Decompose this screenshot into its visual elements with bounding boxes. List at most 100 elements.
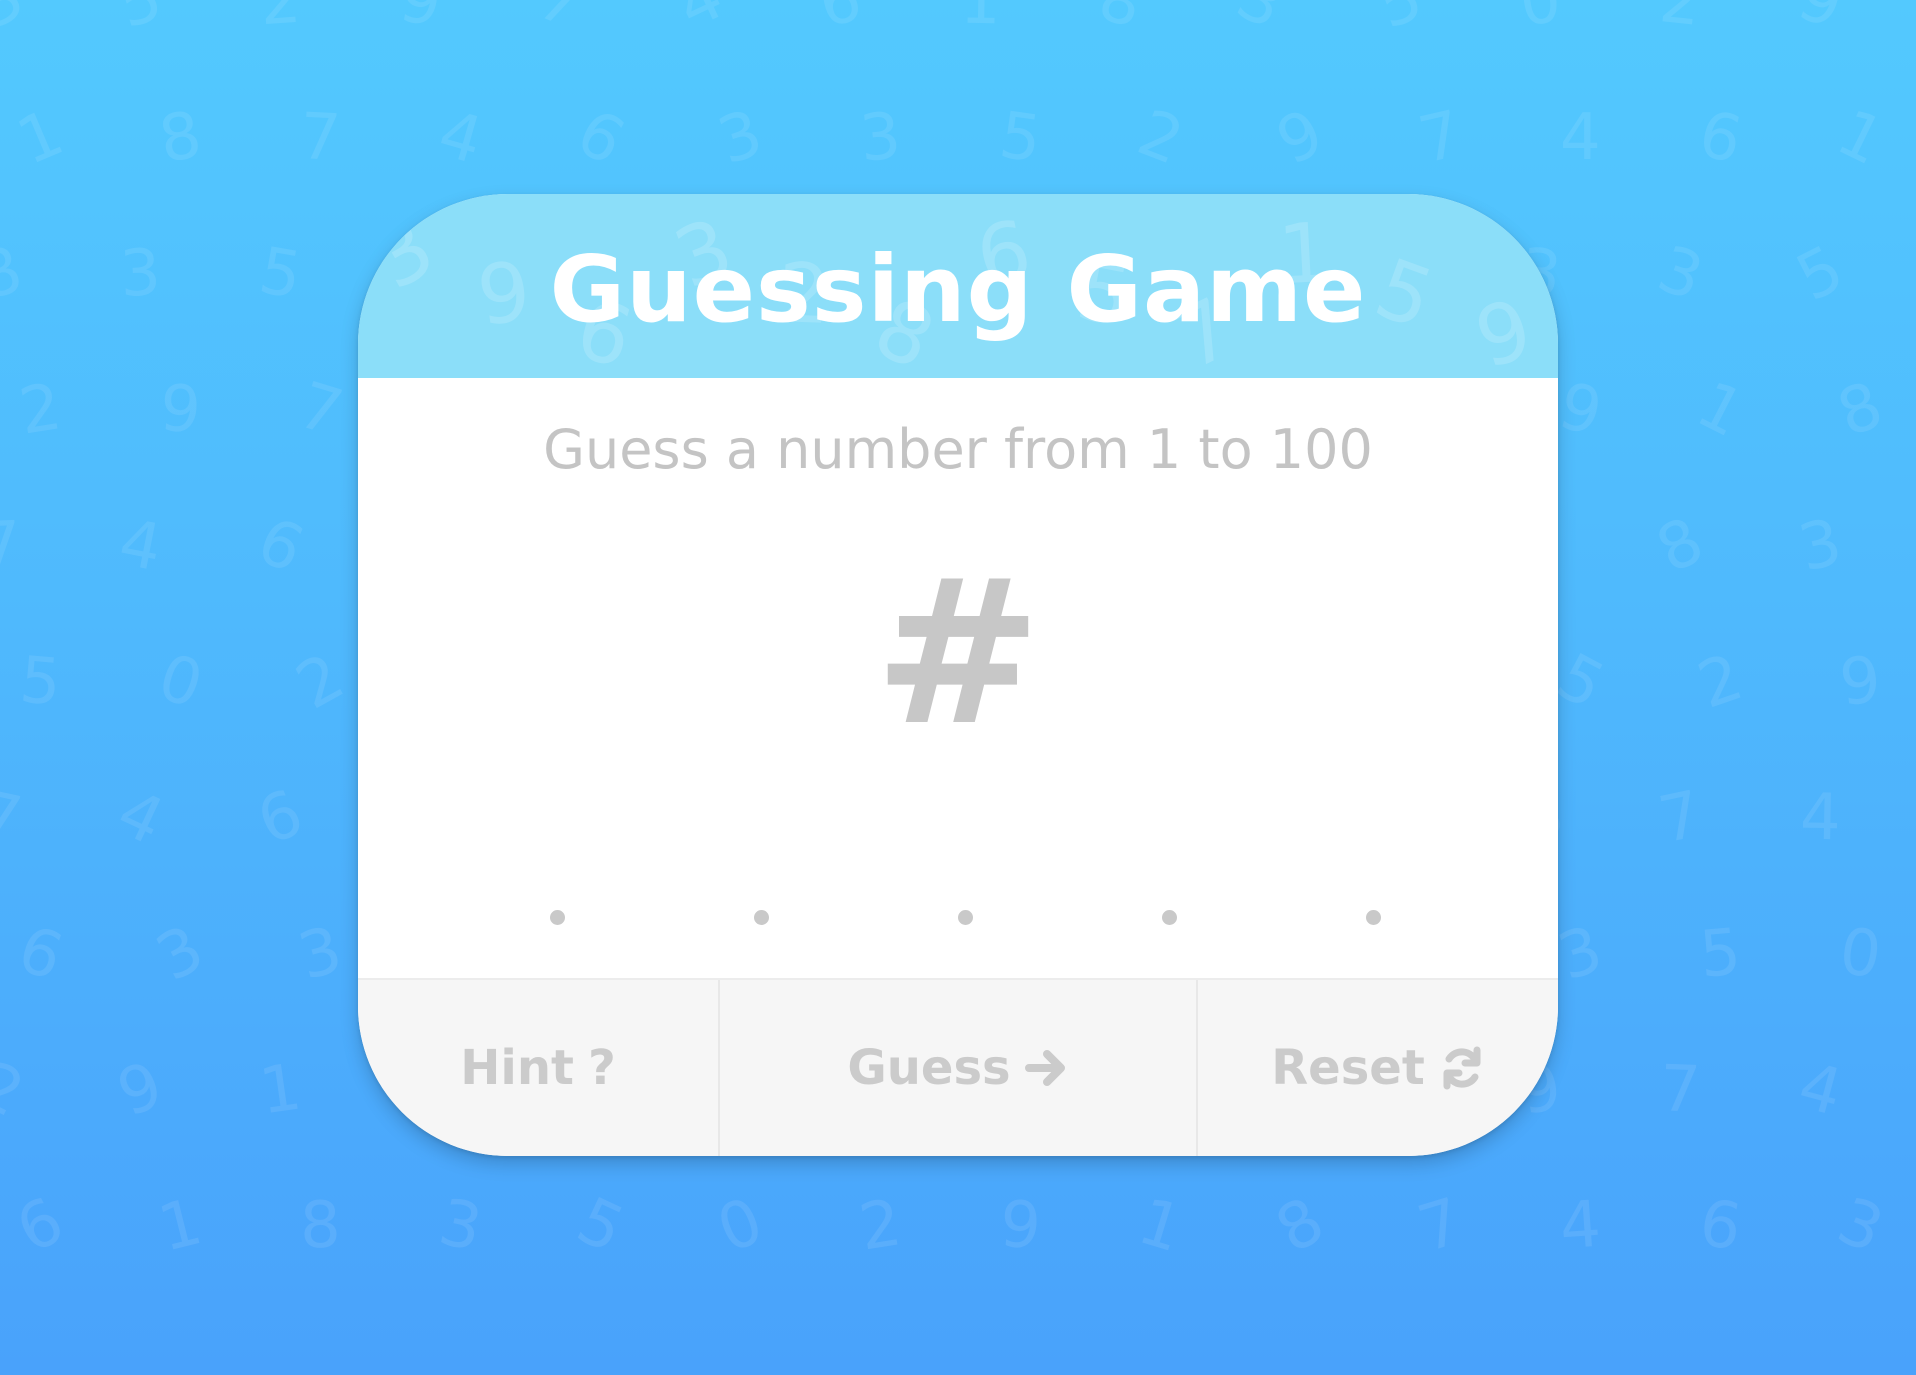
action-bar: Hint ? Guess Reset bbox=[358, 978, 1558, 1156]
background-digit: 3 bbox=[1648, 232, 1713, 316]
question-mark-icon: ? bbox=[587, 1040, 616, 1096]
background-digit: 8 bbox=[153, 98, 207, 178]
header-digit: 9 bbox=[472, 244, 536, 345]
background-digit: 3 bbox=[0, 0, 37, 45]
background-digit: 7 bbox=[1412, 97, 1469, 179]
background-digit: 3 bbox=[432, 1185, 488, 1267]
header-digit: 5 bbox=[1363, 240, 1446, 349]
background-digit: 2 bbox=[284, 639, 357, 725]
attempt-dot bbox=[550, 910, 565, 925]
background-digit: 9 bbox=[1265, 95, 1335, 181]
background-digit: 1 bbox=[151, 1185, 210, 1267]
background-digit: 9 bbox=[108, 1048, 173, 1132]
background-digit: 1 bbox=[1130, 1184, 1191, 1268]
background-digit: 8 bbox=[0, 232, 31, 316]
page-title: Guessing Game bbox=[549, 235, 1367, 343]
background-digit: 5 bbox=[1785, 231, 1856, 317]
background-digit: 0 bbox=[149, 640, 212, 724]
arrow-right-icon bbox=[1024, 1046, 1069, 1090]
background-digit: 6 bbox=[247, 776, 314, 860]
background-digit: 6 bbox=[564, 95, 637, 181]
background-digit: 1 bbox=[1825, 95, 1895, 181]
background-digit: 7 bbox=[1410, 1184, 1471, 1268]
background-digit: 4 bbox=[1557, 1187, 1604, 1265]
background-digit: 6 bbox=[1692, 97, 1749, 179]
background-digit: 5 bbox=[16, 643, 64, 721]
background-digit: 3 bbox=[145, 911, 216, 997]
background-digit: 3 bbox=[1549, 912, 1612, 996]
background-digit: 6 bbox=[812, 0, 868, 43]
guess-button[interactable]: Guess bbox=[718, 980, 1196, 1156]
background-digit: 4 bbox=[106, 775, 175, 861]
background-digit: 6 bbox=[5, 1183, 76, 1269]
background-digit: 8 bbox=[1264, 1183, 1337, 1269]
background-digit: 2 bbox=[854, 1186, 907, 1266]
background-digit: 6 bbox=[1694, 1186, 1747, 1266]
background-digit: 3 bbox=[1792, 505, 1849, 587]
background-digit: 7 bbox=[1652, 777, 1708, 859]
background-digit: 3 bbox=[856, 99, 904, 177]
background-digit: 8 bbox=[1645, 503, 1715, 589]
background-digit: 2 bbox=[1128, 96, 1193, 180]
background-digit: 1 bbox=[7, 95, 74, 181]
background-digit: 8 bbox=[1828, 368, 1893, 452]
background-digit: 6 bbox=[9, 912, 72, 996]
background-digit: 5 bbox=[1368, 0, 1433, 44]
background-digit: 1 bbox=[255, 1050, 306, 1130]
attempt-dot bbox=[1366, 910, 1381, 925]
header-digit: 3 bbox=[358, 200, 451, 309]
background-digit: 3 bbox=[1827, 1184, 1894, 1268]
instructions-text: Guess a number from 1 to 100 bbox=[543, 418, 1373, 481]
background-digit: 4 bbox=[1799, 780, 1842, 856]
card-header: 396328657159 Guessing Game bbox=[358, 194, 1558, 378]
attempt-dot bbox=[1162, 910, 1177, 925]
background-digit: 3 bbox=[1225, 0, 1296, 45]
background-digit: 9 bbox=[394, 0, 447, 42]
attempt-dot bbox=[754, 910, 769, 925]
background-digit: 7 bbox=[0, 777, 28, 859]
background-digit: 2 bbox=[1689, 640, 1752, 724]
game-card: 396328657159 Guessing Game Guess a numbe… bbox=[358, 194, 1558, 1156]
guess-display: # bbox=[874, 537, 1042, 770]
hint-button[interactable]: Hint ? bbox=[358, 980, 718, 1156]
background-digit: 7 bbox=[290, 368, 351, 452]
background-digit: 4 bbox=[1791, 1048, 1850, 1132]
background-digit: 1 bbox=[959, 0, 1002, 40]
background-digit: 4 bbox=[430, 96, 491, 180]
background-digit: 1 bbox=[1685, 367, 1756, 453]
background-digit: 5 bbox=[1696, 915, 1744, 993]
background-digit: 2 bbox=[14, 370, 67, 450]
reset-button-label: Reset bbox=[1271, 1040, 1425, 1096]
attempt-dot bbox=[958, 910, 973, 925]
hint-button-label: Hint bbox=[460, 1040, 574, 1096]
background-digit: 9 bbox=[1836, 643, 1885, 721]
background-digit: 5 bbox=[110, 0, 171, 44]
background-digit: 8 bbox=[299, 1188, 342, 1264]
background-digit: 3 bbox=[291, 912, 350, 996]
background-digit: 7 bbox=[1658, 1052, 1702, 1128]
background-digit: 9 bbox=[1551, 369, 1610, 451]
header-digit: 9 bbox=[1465, 281, 1543, 378]
background-digit: 6 bbox=[246, 503, 315, 589]
background-digit: 8 bbox=[1091, 0, 1150, 43]
background-digit: 5 bbox=[995, 98, 1046, 178]
refresh-icon bbox=[1439, 1045, 1485, 1091]
background-digit: 0 bbox=[707, 1184, 774, 1268]
background-digit: 0 bbox=[1515, 0, 1566, 42]
background-digit: 4 bbox=[1560, 101, 1601, 175]
background-digit: 0 bbox=[1835, 914, 1886, 994]
background-digit: 3 bbox=[118, 235, 163, 313]
background-digit: 5 bbox=[253, 234, 307, 314]
background-digit: 9 bbox=[157, 371, 204, 449]
background-digit: 7 bbox=[0, 508, 22, 584]
reset-button[interactable]: Reset bbox=[1196, 980, 1558, 1156]
background-digit: 4 bbox=[666, 0, 735, 45]
attempt-dots bbox=[550, 910, 1381, 930]
background-digit: 4 bbox=[113, 505, 168, 587]
background-digit: 9 bbox=[997, 1187, 1044, 1265]
background-digit: 9 bbox=[1789, 0, 1852, 44]
background-digit: 7 bbox=[298, 99, 343, 177]
guess-button-label: Guess bbox=[847, 1040, 1011, 1096]
background-digit: 2 bbox=[1656, 0, 1705, 41]
background-digit: 3 bbox=[709, 96, 772, 180]
